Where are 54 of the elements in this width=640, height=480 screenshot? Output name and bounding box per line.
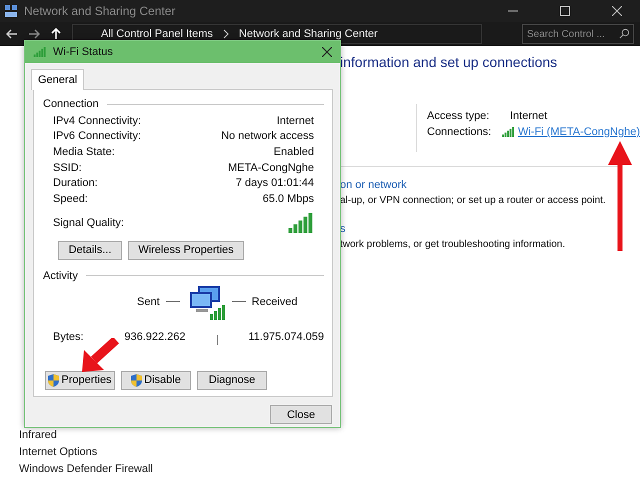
field-value: No network access (221, 130, 314, 142)
task-description: al-up, or VPN connection; or set up a router or access point. (340, 195, 607, 206)
field-label: IPv4 Connectivity: (53, 114, 142, 127)
task-description: twork problems, or get troubleshooting information. (340, 239, 566, 250)
breadcrumb[interactable]: Network and Sharing Center (238, 28, 378, 40)
field-label: Signal Quality: (53, 216, 124, 229)
field-label: Duration: (53, 177, 98, 190)
search-icon (619, 28, 630, 39)
dialog-button[interactable]: Diagnose (197, 370, 267, 390)
field-value: META-CongNghe (228, 162, 314, 174)
up-icon[interactable] (50, 28, 62, 40)
dialog-button[interactable]: Wireless Properties (128, 240, 244, 260)
connections-label: Connections: (427, 126, 492, 138)
field-value: 65.0 Mbps (262, 192, 314, 205)
received-label: Received (252, 296, 298, 308)
field-label: Speed: (53, 192, 88, 205)
connection-link[interactable]: Wi-Fi (META-CongNghe) (518, 126, 640, 138)
window-title: Network and Sharing Center (24, 4, 176, 18)
chevron-icon (222, 29, 229, 39)
field-value: Enabled (274, 146, 314, 158)
forward-icon[interactable] (28, 28, 40, 40)
back-icon[interactable] (6, 28, 18, 40)
sidebar-link[interactable]: Infrared (19, 429, 328, 441)
sidebar-link[interactable]: Internet Options (19, 446, 328, 458)
field-label: IPv6 Connectivity: (53, 130, 142, 142)
close-icon[interactable] (612, 6, 622, 16)
maximize-icon[interactable] (560, 6, 570, 16)
dialog-button[interactable]: Properties (45, 370, 115, 390)
access-type-label: Access type: (427, 110, 490, 122)
field-label: SSID: (53, 162, 82, 174)
signal-icon (33, 47, 47, 57)
sidebar-link[interactable]: Windows Defender Firewall (19, 463, 328, 475)
field-value: Internet (276, 114, 314, 127)
search-field[interactable]: Search Control ... (522, 24, 634, 44)
dialog-title: Wi-Fi Status (53, 46, 113, 58)
page-heading: information and set up connections (340, 54, 558, 70)
network-icon (4, 4, 18, 18)
bytes-label: Bytes: (52, 330, 85, 343)
signal-icon (502, 127, 515, 137)
field-label: Media State: (53, 146, 115, 158)
group-label: Connection (43, 98, 99, 110)
field-value: 7 days 01:01:44 (236, 177, 314, 190)
close-icon[interactable] (322, 47, 332, 57)
bytes-received: 11.975.074.059 (248, 330, 324, 343)
tab[interactable]: General (31, 69, 84, 90)
sent-label: Sent (137, 296, 160, 308)
dialog-button[interactable]: Disable (121, 370, 191, 390)
close-button[interactable]: Close (270, 405, 332, 424)
breadcrumb[interactable]: All Control Panel Items (101, 28, 213, 40)
signal-icon (288, 212, 314, 233)
dialog-button[interactable]: Details... (58, 240, 122, 260)
access-type-value: Internet (510, 110, 548, 122)
group-label: Activity (43, 270, 78, 282)
bytes-sent: 936.922.262 (124, 330, 187, 343)
